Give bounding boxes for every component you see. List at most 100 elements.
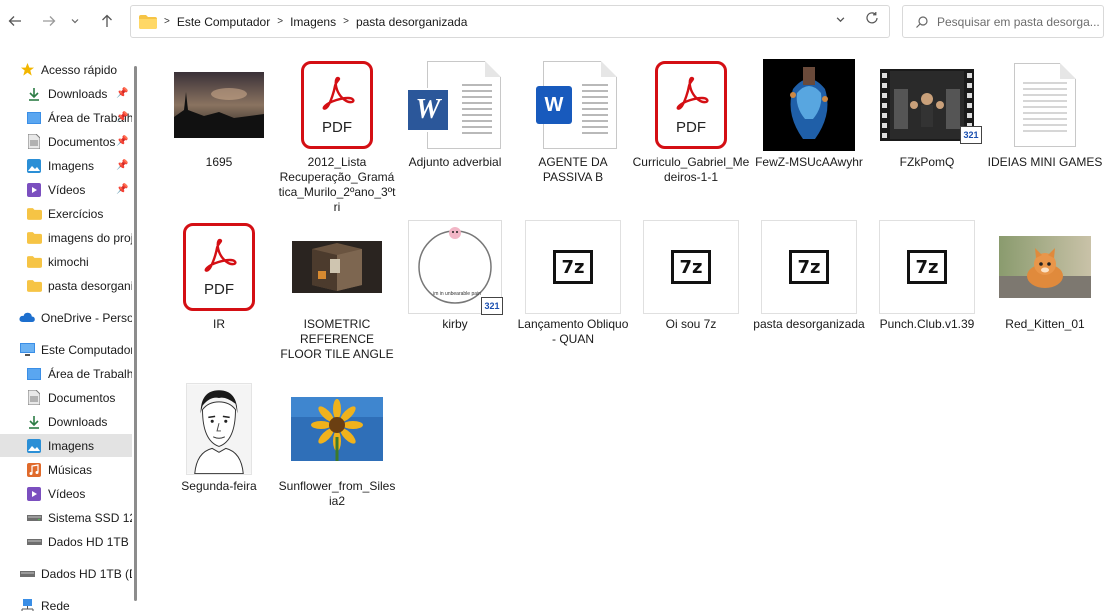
page-lines [1023,82,1067,136]
file-item-2012-lista[interactable]: PDF 2012_Lista Recuperação_Gramática_Mur… [278,56,396,216]
sidebar-item-rede[interactable]: Rede [0,594,132,615]
image-thumbnail [986,218,1104,316]
pdf-thumbnail: PDF [160,218,278,316]
pdf-label: PDF [322,119,352,136]
sidebar-item-area-de-trabalho[interactable]: Área de Trabalho [0,362,132,385]
sidebar-item-imagens-do-projeto[interactable]: imagens do projeto [0,226,132,249]
sidebar-item-documentos[interactable]: Documentos [0,386,132,409]
7z-archive-icon: 7z [643,220,739,314]
file-item-curriculo[interactable]: PDF Curriculo_Gabriel_Medeiros-1-1 [632,56,750,216]
sidebar-item-imagens[interactable]: Imagens [0,434,132,457]
file-item-agente-da-passiva[interactable]: W AGENTE DA PASSIVA B [514,56,632,216]
word-thumbnail: W [396,56,514,154]
sidebar-scrollbar[interactable] [134,66,137,601]
file-item-1695[interactable]: 1695 [160,56,278,216]
file-item-pasta-desorganizada-7z[interactable]: 7z pasta desorganizada [750,218,868,378]
file-item-adjunto-adverbial[interactable]: W Adjunto adverbial [396,56,514,216]
file-item-ir[interactable]: PDF IR [160,218,278,378]
back-button[interactable] [2,8,28,34]
search-box[interactable]: Pesquisar em pasta desorga... [902,5,1104,38]
page-fold [1060,63,1076,79]
network-icon [19,598,35,614]
sidebar-item-downloads-pinned[interactable]: Downloads [0,82,132,105]
sidebar-item-musicas[interactable]: Músicas [0,458,132,481]
media-player-badge-icon: 321 [481,297,503,315]
breadcrumb-separator[interactable]: > [343,16,349,27]
page-lines [582,84,608,138]
sidebar-item-videos-pinned[interactable]: Vídeos [0,178,132,201]
file-item-lancamento-obliquo[interactable]: 7z Lançamento Obliquo - QUAN [514,218,632,378]
file-name: Adjunto adverbial [408,155,502,169]
file-item-kirby[interactable]: im in unbearable pain 321 kirby [396,218,514,378]
sidebar-item-documentos-pinned[interactable]: Documentos [0,130,132,153]
file-name: IR [213,317,225,331]
document-icon [26,390,42,406]
drive-icon [19,566,35,582]
image-thumbnail [160,380,278,478]
sidebar-item-videos[interactable]: Vídeos [0,482,132,505]
page-lines [462,84,492,138]
sidebar-item-area-de-trabalho-pinned[interactable]: Área de Trabalho [0,106,132,129]
file-name: pasta desorganizada [753,317,865,331]
folder-icon [26,254,42,270]
page-fold [601,61,617,77]
pdf-label: PDF [204,281,234,298]
breadcrumb-este-computador[interactable]: Este Computador [177,15,270,29]
file-item-sunflower[interactable]: Sunflower_from_Silesia2 [278,380,396,540]
sidebar-item-label: Imagens [48,158,95,173]
file-name: Oi sou 7z [665,317,717,331]
sidebar-item-label: pasta desorganizada [48,278,132,293]
sidebar-item-pasta-desorganizada[interactable]: pasta desorganizada [0,274,132,297]
file-item-fzkpomq[interactable]: 321 FZkPomQ [868,56,986,216]
media-player-badge-icon: 321 [960,126,982,144]
file-item-punch-club[interactable]: 7z Punch.Club.v1.39 [868,218,986,378]
sidebar-item-acesso-rapido[interactable]: Acesso rápido [0,58,132,81]
search-icon [916,15,928,28]
pdf-thumbnail: PDF [278,56,396,154]
sidebar-item-sistema-ssd[interactable]: Sistema SSD 120 [0,506,132,529]
sidebar-item-imagens-pinned[interactable]: Imagens [0,154,132,177]
sidebar-item-label: Músicas [48,462,93,477]
file-item-fewz[interactable]: FewZ-MSUcAAwyhr [750,56,868,216]
file-name: FZkPomQ [899,155,955,169]
breadcrumb-pasta-desorganizada[interactable]: pasta desorganizada [356,15,467,29]
refresh-button[interactable] [865,11,879,30]
breadcrumb-imagens[interactable]: Imagens [290,15,336,29]
file-item-isometric-reference[interactable]: ISOMETRIC REFERENCE FLOOR TILE ANGLE [278,218,396,378]
toolbar: > Este Computador > Imagens > pasta deso… [0,0,1108,44]
folder-icon [26,278,42,294]
address-bar[interactable]: > Este Computador > Imagens > pasta deso… [130,5,890,38]
sidebar-item-onedrive[interactable]: OneDrive - Personal [0,306,132,329]
sidebar-item-label: kimochi [48,254,89,269]
pdf-label: PDF [676,119,706,136]
7z-archive-icon: 7z [879,220,975,314]
search-input[interactable]: Pesquisar em pasta desorga... [937,15,1100,29]
file-name: AGENTE DA PASSIVA B [538,155,608,184]
file-item-oi-sou-7z[interactable]: 7z Oi sou 7z [632,218,750,378]
sidebar-item-downloads[interactable]: Downloads [0,410,132,433]
file-item-red-kitten[interactable]: Red_Kitten_01 [986,218,1104,378]
sidebar-item-label: Este Computador [41,342,132,357]
star-icon [19,62,35,78]
recent-locations-button[interactable] [66,8,84,34]
sidebar-item-kimochi[interactable]: kimochi [0,250,132,273]
file-item-ideias-mini-games[interactable]: IDEIAS MINI GAMES [986,56,1104,216]
sidebar-item-dados-hd[interactable]: Dados HD 1TB (D:) [0,530,132,553]
desktop-icon [26,366,42,382]
up-button[interactable] [94,8,120,34]
forward-button[interactable] [36,8,62,34]
sidebar-item-este-computador[interactable]: Este Computador [0,338,132,361]
sidebar-item-label: Área de Trabalho [48,366,132,381]
file-item-segunda-feira[interactable]: Segunda-feira [160,380,278,540]
video-thumbnail: im in unbearable pain 321 [396,218,514,316]
arrow-left-icon [8,16,21,26]
breadcrumb-separator[interactable]: > [277,16,283,27]
download-icon [26,414,42,430]
file-name: FewZ-MSUcAAwyhr [755,155,863,169]
7z-logo: 7z [789,250,829,284]
sidebar-item-exercicios[interactable]: Exercícios [0,202,132,225]
page-fold [485,61,501,77]
sidebar-item-dados-hd-root[interactable]: Dados HD 1TB (D:) [0,562,132,585]
address-history-button[interactable] [836,15,845,26]
file-name: IDEIAS MINI GAMES [987,155,1103,169]
